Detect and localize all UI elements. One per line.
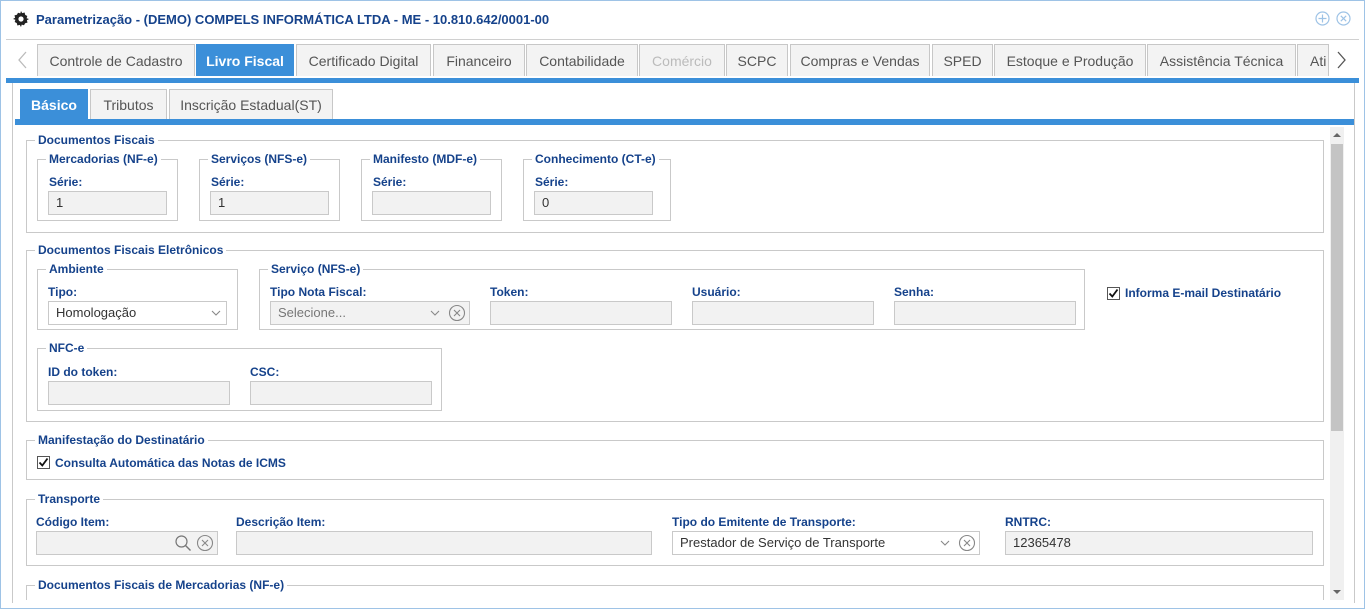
scroll-down-icon[interactable] bbox=[1333, 588, 1341, 596]
tab-scroll-right-icon[interactable] bbox=[1332, 48, 1350, 72]
rntrc-label: RNTRC: bbox=[1005, 515, 1051, 529]
serie-nfse-input[interactable]: 1 bbox=[210, 191, 329, 215]
fieldset-documentos-fiscais-mercadorias: Documentos Fiscais de Mercadorias (NF-e) bbox=[26, 579, 1324, 600]
clear-icon[interactable] bbox=[958, 534, 976, 552]
scroll-up-icon[interactable] bbox=[1333, 131, 1341, 139]
tab-controle-de-cadastro[interactable]: Controle de Cadastro bbox=[37, 44, 195, 76]
usuario-input[interactable] bbox=[692, 301, 874, 325]
id-token-input[interactable] bbox=[48, 381, 230, 405]
nfce-legend: NFC-e bbox=[49, 341, 85, 355]
tipo-ambiente-value: Homologação bbox=[56, 305, 137, 320]
usuario-label: Usuário: bbox=[692, 285, 741, 299]
consulta-automatica-label[interactable]: Consulta Automática das Notas de ICMS bbox=[55, 456, 286, 470]
tab-compras-e-vendas[interactable]: Compras e Vendas bbox=[790, 44, 930, 76]
rntrc-input[interactable]: 12365478 bbox=[1005, 531, 1313, 555]
serie-mdfe-input[interactable] bbox=[372, 191, 491, 215]
clear-icon[interactable] bbox=[448, 304, 466, 322]
descricao-item-label: Descrição Item: bbox=[236, 515, 326, 529]
tipo-nota-fiscal-label: Tipo Nota Fiscal: bbox=[270, 285, 367, 299]
serie-label-nfe: Série: bbox=[49, 175, 83, 189]
window-title: Parametrização - (DEMO) COMPELS INFORMÁT… bbox=[36, 12, 550, 27]
senha-label: Senha: bbox=[894, 285, 935, 299]
gear-icon bbox=[13, 11, 29, 27]
transporte-legend: Transporte bbox=[38, 492, 101, 506]
chevron-down-icon bbox=[430, 310, 440, 316]
informa-email-label[interactable]: Informa E-mail Destinatário bbox=[1125, 286, 1281, 300]
tipo-nota-fiscal-select[interactable]: Selecione... bbox=[270, 301, 470, 325]
chevron-down-icon bbox=[940, 540, 950, 546]
consulta-automatica-checkbox[interactable] bbox=[37, 456, 50, 469]
tipo-ambiente-select[interactable]: Homologação bbox=[48, 301, 227, 325]
eletronicos-legend: Documentos Fiscais Eletrônicos bbox=[38, 243, 224, 257]
close-icon[interactable] bbox=[1336, 11, 1351, 26]
tipo-ambiente-label: Tipo: bbox=[48, 285, 78, 299]
serie-nfe-input[interactable]: 1 bbox=[48, 191, 167, 215]
serie-label-mdfe: Série: bbox=[373, 175, 407, 189]
fieldset-transporte: Transporte bbox=[26, 493, 1324, 566]
ambiente-legend: Ambiente bbox=[49, 262, 104, 276]
senha-input[interactable] bbox=[894, 301, 1076, 325]
tab-comercio: Comércio bbox=[639, 44, 725, 76]
maximize-icon[interactable] bbox=[1315, 11, 1330, 26]
csc-input[interactable] bbox=[250, 381, 432, 405]
codigo-item-label: Código Item: bbox=[36, 515, 110, 529]
manifesto-legend: Manifesto (MDF-e) bbox=[373, 152, 477, 166]
descricao-item-input[interactable] bbox=[236, 531, 652, 555]
subtab-stripe bbox=[15, 119, 1354, 125]
tab-scpc[interactable]: SCPC bbox=[726, 44, 788, 76]
serie-label-cte: Série: bbox=[535, 175, 569, 189]
manifestacao-legend: Manifestação do Destinatário bbox=[38, 433, 205, 447]
subtab-tributos[interactable]: Tributos bbox=[90, 89, 167, 121]
tipo-emitente-select[interactable]: Prestador de Serviço de Transporte bbox=[672, 531, 980, 555]
tab-sped[interactable]: SPED bbox=[932, 44, 993, 76]
main-tab-bar: Controle de Cadastro Livro Fiscal Certif… bbox=[6, 39, 1359, 79]
basico-content: Documentos Fiscais Mercadorias (NF-e) Sé… bbox=[14, 127, 1329, 600]
token-label: Token: bbox=[490, 285, 529, 299]
tipo-emitente-label: Tipo do Emitente de Transporte: bbox=[672, 515, 856, 529]
token-input[interactable] bbox=[490, 301, 672, 325]
content-scrollbar[interactable] bbox=[1330, 127, 1344, 600]
id-token-label: ID do token: bbox=[48, 365, 118, 379]
codigo-item-input[interactable] bbox=[36, 531, 218, 555]
subtab-inscricao-estadual-st[interactable]: Inscrição Estadual(ST) bbox=[169, 89, 333, 121]
clear-icon[interactable] bbox=[196, 534, 214, 552]
checkmark-icon bbox=[1108, 288, 1119, 298]
search-icon[interactable] bbox=[174, 534, 192, 552]
tab-estoque-e-producao[interactable]: Estoque e Produção bbox=[994, 44, 1146, 76]
serie-label-nfse: Série: bbox=[211, 175, 245, 189]
parametrizacao-window: Parametrização - (DEMO) COMPELS INFORMÁT… bbox=[0, 0, 1365, 609]
chevron-down-icon bbox=[211, 310, 221, 316]
servico-legend: Serviço (NFS-e) bbox=[271, 262, 361, 276]
tab-assistencia-tecnica[interactable]: Assistência Técnica bbox=[1147, 44, 1296, 76]
csc-label: CSC: bbox=[250, 365, 280, 379]
subtab-basico[interactable]: Básico bbox=[20, 89, 88, 121]
servicos-legend: Serviços (NFS-e) bbox=[211, 152, 308, 166]
checkmark-icon bbox=[38, 457, 49, 467]
serie-cte-input[interactable]: 0 bbox=[534, 191, 653, 215]
scrollbar-thumb[interactable] bbox=[1331, 144, 1343, 431]
conhecimento-legend: Conhecimento (CT-e) bbox=[535, 152, 656, 166]
mercadorias-legend: Mercadorias (NF-e) bbox=[49, 152, 158, 166]
informa-email-checkbox[interactable] bbox=[1107, 287, 1120, 300]
tipo-nota-fiscal-placeholder: Selecione... bbox=[278, 305, 346, 320]
tab-certificado-digital[interactable]: Certificado Digital bbox=[296, 44, 431, 76]
mercadorias-nfe-legend: Documentos Fiscais de Mercadorias (NF-e) bbox=[38, 578, 285, 592]
tab-financeiro[interactable]: Financeiro bbox=[433, 44, 525, 76]
tab-ati[interactable]: Ati bbox=[1297, 44, 1329, 76]
tab-scroll-left-icon[interactable] bbox=[14, 48, 32, 72]
documentos-fiscais-legend: Documentos Fiscais bbox=[38, 133, 155, 147]
tipo-emitente-value: Prestador de Serviço de Transporte bbox=[680, 535, 886, 550]
tab-livro-fiscal[interactable]: Livro Fiscal bbox=[196, 44, 294, 76]
title-bar: Parametrização - (DEMO) COMPELS INFORMÁT… bbox=[1, 1, 1364, 37]
tab-contabilidade[interactable]: Contabilidade bbox=[526, 44, 638, 76]
